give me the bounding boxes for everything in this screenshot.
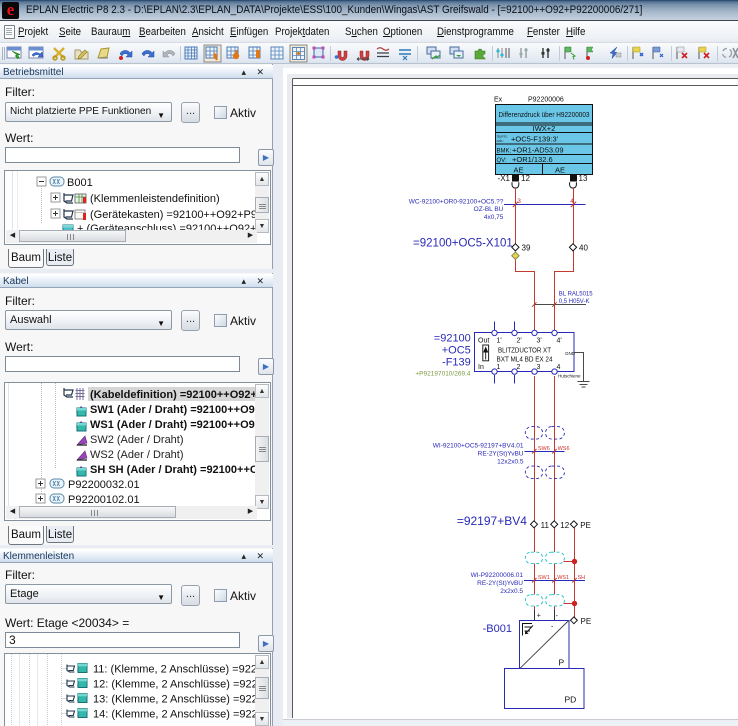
svg-text:AE: AE	[555, 166, 565, 175]
svg-text:13: 13	[579, 174, 588, 183]
svg-text:13: (Klemme, 2 Anschlüsse) =92: 13: (Klemme, 2 Anschlüsse) =92200+	[93, 694, 256, 706]
svg-text:BL RAL5015: BL RAL5015	[559, 292, 593, 298]
svg-text:Ex: Ex	[494, 97, 503, 104]
svg-text:IWX+2: IWX+2	[533, 124, 556, 133]
svg-text:PE: PE	[580, 521, 591, 530]
svg-text:SH SH (Ader / Draht) =92100++O: SH SH (Ader / Draht) =92100++O92	[90, 464, 256, 476]
svg-text:Out: Out	[478, 338, 489, 345]
svg-text:WS2 (Ader / Draht): WS2 (Ader / Draht)	[90, 449, 184, 461]
svg-text:3': 3'	[537, 338, 542, 345]
svg-text:4: 4	[557, 364, 561, 371]
svg-text:2': 2'	[517, 338, 522, 345]
svg-text:WS6: WS6	[558, 446, 570, 452]
svg-text:=92100+OC5-X101: =92100+OC5-X101	[413, 238, 513, 250]
svg-text:4x0,75: 4x0,75	[484, 214, 504, 221]
svg-text:2: 2	[517, 364, 521, 371]
svg-text:SH: SH	[578, 575, 586, 581]
svg-text:39: 39	[522, 244, 531, 253]
svg-text:12: 12	[521, 174, 530, 183]
svg-text:OZ-BL BU: OZ-BL BU	[474, 206, 504, 213]
svg-text:WS1 (Ader / Draht) =92100++O92: WS1 (Ader / Draht) =92100++O92+	[90, 419, 256, 431]
svg-text:RE-2Y(St)YvBU: RE-2Y(St)YvBU	[478, 451, 524, 458]
svg-text:+: +	[537, 613, 541, 620]
svg-text:1': 1'	[497, 338, 502, 345]
svg-text:(Kabeldefinition) =92100++O92+: (Kabeldefinition) =92100++O92+	[90, 389, 256, 401]
svg-text:12: 12	[560, 521, 569, 530]
svg-text:BMK:: BMK:	[497, 149, 512, 155]
svg-text:12: (Klemme, 2 Anschlüsse) =92: 12: (Klemme, 2 Anschlüsse) =92200+	[93, 679, 256, 691]
svg-text:SW1 (Ader / Draht) =92100++O92: SW1 (Ader / Draht) =92100++O92+	[90, 404, 256, 416]
svg-text:adr.:: adr.:	[497, 138, 505, 143]
svg-text:SW1: SW1	[538, 575, 550, 581]
svg-text:WS1: WS1	[557, 575, 569, 581]
svg-text:BLITZDUCTOR XT: BLITZDUCTOR XT	[498, 346, 551, 355]
svg-text:B001: B001	[67, 177, 93, 189]
svg-text:QV:: QV:	[497, 158, 507, 164]
svg-text:3: 3	[537, 364, 541, 371]
svg-text:12x2x0.5: 12x2x0.5	[497, 459, 524, 466]
svg-text:Hutschiene: Hutschiene	[558, 374, 581, 379]
svg-text:+OR1/132.6: +OR1/132.6	[512, 155, 553, 164]
svg-text:PE: PE	[581, 617, 592, 626]
svg-text:=92197+BV4: =92197+BV4	[457, 514, 527, 528]
svg-text:P: P	[559, 658, 565, 668]
svg-text:PD: PD	[565, 695, 577, 705]
svg-text:11: 11	[541, 521, 550, 530]
svg-text:14: (Klemme, 2 Anschlüsse) =92: 14: (Klemme, 2 Anschlüsse) =92200+	[93, 709, 256, 721]
svg-text:-B001: -B001	[483, 623, 512, 635]
svg-text:(Klemmenleistendefinition): (Klemmenleistendefinition)	[90, 193, 220, 205]
svg-text:P92200032.01: P92200032.01	[68, 479, 140, 491]
svg-text:BXT ML4 BD EX 24: BXT ML4 BD EX 24	[497, 355, 553, 364]
svg-text:4': 4'	[557, 338, 562, 345]
svg-text:2x2x0.5: 2x2x0.5	[500, 588, 523, 595]
svg-text:+OC5: +OC5	[442, 345, 471, 357]
svg-text:11: (Klemme, 2 Anschlüsse) =92: 11: (Klemme, 2 Anschlüsse) =92200+	[93, 664, 256, 676]
svg-text:+P92197010/269.4: +P92197010/269.4	[415, 371, 471, 378]
svg-text:SW6: SW6	[538, 446, 550, 452]
svg-text:(Gerätekasten) =92100++O92+P92: (Gerätekasten) =92100++O92+P922	[90, 209, 256, 221]
svg-text:=92100: =92100	[434, 333, 471, 345]
svg-text:+OC5-F139:3': +OC5-F139:3'	[511, 135, 559, 144]
svg-text:RE-2Y(St)YvBU: RE-2Y(St)YvBU	[477, 580, 523, 587]
svg-text:WI-P92200006.01: WI-P92200006.01	[471, 572, 524, 579]
svg-text:Differenzdruck über H92200003: Differenzdruck über H92200003	[499, 110, 590, 119]
svg-text:GND: GND	[565, 351, 576, 356]
svg-text:P92200102.01: P92200102.01	[68, 494, 140, 506]
svg-text:+OR1-AD53.09: +OR1-AD53.09	[512, 146, 564, 155]
svg-text:WC-92100+OR0-92100+OC5.??: WC-92100+OR0-92100+OC5.??	[409, 199, 504, 206]
svg-text:In: In	[478, 364, 484, 371]
svg-text:SW2 (Ader / Draht): SW2 (Ader / Draht)	[90, 434, 184, 446]
svg-text:P92200006: P92200006	[528, 97, 564, 104]
svg-text:WI-92100+OC5-92197+BV4.01: WI-92100+OC5-92197+BV4.01	[433, 443, 524, 450]
svg-text:-X1: -X1	[498, 174, 511, 183]
svg-text:40: 40	[579, 244, 588, 253]
svg-text:-F139: -F139	[442, 357, 471, 369]
svg-text:1: 1	[497, 364, 501, 371]
